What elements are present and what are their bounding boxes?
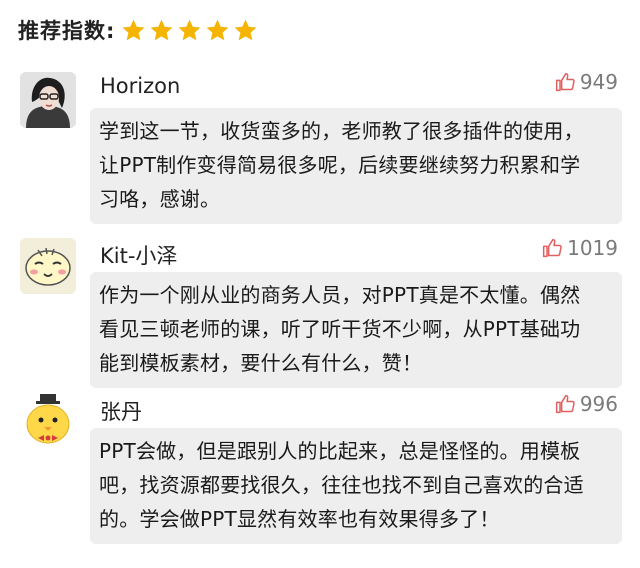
comment-bubble: 作为一个刚从业的商务人员，对PPT真是不太懂。偶然 看见三顿老师的课，听了听干货… <box>90 272 622 388</box>
comment-bubble: PPT会做，但是跟别人的比起来，总是怪怪的。用模板 吧，找资源都要找很久，往往也… <box>90 428 622 544</box>
username[interactable]: 张丹 <box>100 396 142 426</box>
comment-line: 看见三顿老师的课，听了听干货不少啊，从PPT基础功 <box>99 317 581 341</box>
rating-stars <box>121 18 261 43</box>
comment-line: 让PPT制作变得简易很多呢，后续要继续努力积累和学 <box>99 153 581 177</box>
comment-line: 的。学会做PPT显然有效率也有效果得多了！ <box>99 507 500 531</box>
comment-line: 吧，找资源都要找很久，往往也找不到自己喜欢的合适 <box>99 473 584 497</box>
comment-line: 作为一个刚从业的商务人员，对PPT真是不太懂。偶然 <box>99 283 581 307</box>
thumbs-up-icon <box>555 394 575 414</box>
star-icon <box>234 19 257 40</box>
like-count: 996 <box>579 392 618 416</box>
like-count: 1019 <box>567 236 618 260</box>
yellow-chick-avatar-icon <box>20 392 76 448</box>
avatar[interactable] <box>20 238 76 294</box>
username[interactable]: Horizon <box>100 74 180 98</box>
star-icon <box>178 19 201 40</box>
photo-avatar-icon <box>20 72 76 128</box>
cartoon-face-avatar-icon <box>20 238 76 294</box>
comment-line: 学到这一节，收货蛮多的，老师教了很多插件的使用， <box>99 119 584 143</box>
like-count: 949 <box>579 70 618 94</box>
comment-line: 能到模板素材，要什么有什么，赞！ <box>99 351 423 375</box>
like-button[interactable]: 949 <box>555 70 618 94</box>
thumbs-up-icon <box>555 72 575 92</box>
thumbs-up-icon <box>543 238 562 258</box>
username[interactable]: Kit-小泽 <box>100 240 177 270</box>
like-button[interactable]: 1019 <box>542 236 618 260</box>
rating-row: 推荐指数: <box>18 14 261 46</box>
comment-line: PPT会做，但是跟别人的比起来，总是怪怪的。用模板 <box>99 439 581 463</box>
star-icon <box>206 19 229 40</box>
avatar[interactable] <box>20 392 76 448</box>
star-icon <box>122 19 145 40</box>
star-icon <box>150 19 173 40</box>
comment-bubble: 学到这一节，收货蛮多的，老师教了很多插件的使用， 让PPT制作变得简易很多呢，后… <box>90 108 622 224</box>
rating-label: 推荐指数: <box>18 19 116 43</box>
avatar[interactable] <box>20 72 76 128</box>
comment-line: 习咯，感谢。 <box>99 187 221 211</box>
like-button[interactable]: 996 <box>555 392 618 416</box>
